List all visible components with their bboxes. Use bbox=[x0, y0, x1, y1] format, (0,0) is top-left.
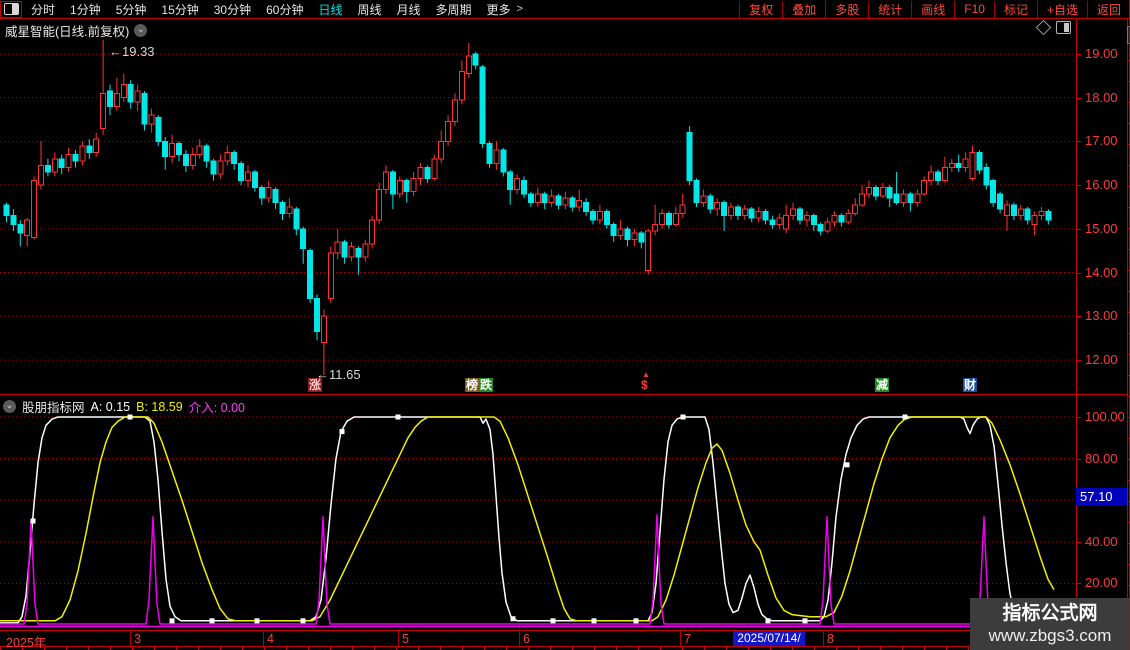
event-label-2: 榜 bbox=[465, 378, 479, 392]
price-tick-label: 19.00 bbox=[1085, 46, 1118, 61]
tool-item-8[interactable]: +自选 bbox=[1037, 1, 1087, 18]
price-tick-label: 18.00 bbox=[1085, 90, 1118, 105]
menu-item-9[interactable]: 月线 bbox=[397, 1, 421, 18]
indicator-tick-label: 80.00 bbox=[1085, 451, 1118, 466]
price-tick-label: 17.00 bbox=[1085, 133, 1118, 148]
pane-split-icon[interactable] bbox=[1056, 21, 1071, 34]
tools-menu: 复权叠加多股统计画线F10标记+自选返回 bbox=[739, 1, 1130, 18]
event-label-1: 涨 bbox=[308, 378, 322, 392]
split-layout-icon bbox=[4, 3, 19, 15]
tool-item-1[interactable]: 复权 bbox=[739, 1, 782, 18]
indicator-axis: 57.10 100.00 80.00 40.00 20.00 bbox=[1076, 395, 1127, 630]
indicator-tick-label: 40.00 bbox=[1085, 534, 1118, 549]
tool-item-5[interactable]: 画线 bbox=[911, 1, 954, 18]
collapse-indicator-icon[interactable]: ⌄ bbox=[3, 400, 16, 413]
watermark-site-name: 指标公式网 bbox=[1002, 602, 1097, 625]
tool-item-6[interactable]: F10 bbox=[954, 1, 994, 18]
high-annotation: ←19.33 bbox=[109, 44, 155, 59]
title-icons bbox=[1038, 21, 1071, 34]
menu-item-6[interactable]: 60分钟 bbox=[266, 1, 303, 18]
price-tick-label: 15.00 bbox=[1085, 221, 1118, 236]
month-separator bbox=[823, 631, 824, 646]
indicator-svg bbox=[0, 395, 1076, 630]
indicator-tick-label: 20.00 bbox=[1085, 575, 1118, 590]
tool-item-4[interactable]: 统计 bbox=[868, 1, 911, 18]
indicator-value-b: B: 18.59 bbox=[136, 400, 183, 414]
chevron-right-icon: > bbox=[517, 3, 523, 15]
indicator-tick-label: 100.00 bbox=[1085, 409, 1125, 424]
menubar: 分时 1分钟 5分钟 15分钟 30分钟 60分钟日线周线月线多周期更多 > 复权叠加多股统… bbox=[0, 0, 1130, 19]
menu-item-7[interactable]: 日线 bbox=[318, 1, 342, 18]
candlestick-svg bbox=[0, 18, 1076, 395]
low-annotation: ←11.65 bbox=[316, 367, 361, 382]
month-separator bbox=[680, 631, 681, 646]
indicator-value-a: A: 0.15 bbox=[91, 400, 131, 414]
watermark-url: www.zbgs3.com bbox=[989, 625, 1112, 646]
chart-title-row: 威星智能(日线.前复权) ⌄ bbox=[5, 21, 147, 40]
panel-separator bbox=[0, 394, 1128, 395]
menu-item-4[interactable]: 15分钟 bbox=[161, 1, 198, 18]
collapse-chart-icon[interactable]: ⌄ bbox=[134, 24, 147, 37]
price-tick-label: 16.00 bbox=[1085, 177, 1118, 192]
chart-title: 威星智能(日线.前复权) bbox=[5, 21, 129, 40]
time-axis-month-label: 6 bbox=[523, 632, 530, 646]
tool-item-2[interactable]: 叠加 bbox=[782, 1, 825, 18]
menu-item-2[interactable]: 1分钟 bbox=[70, 1, 101, 18]
time-axis-month-label: 7 bbox=[684, 632, 691, 646]
watermark: 指标公式网 www.zbgs3.com bbox=[970, 598, 1130, 650]
price-tick-label: 14.00 bbox=[1085, 265, 1118, 280]
diamond-icon[interactable] bbox=[1036, 20, 1052, 36]
time-axis-month-label: 8 bbox=[827, 632, 834, 646]
month-separator bbox=[130, 631, 131, 646]
event-label-3: 跌 bbox=[479, 378, 493, 392]
menu-item-3[interactable]: 5分钟 bbox=[116, 1, 147, 18]
time-axis[interactable]: 2025年 2025/07/14/— 345678 bbox=[0, 631, 1128, 646]
price-axis: 19.00 18.00 17.00 16.00 15.00 14.00 13.00 12.00 bbox=[1076, 18, 1127, 395]
tool-item-3[interactable]: 多股 bbox=[825, 1, 868, 18]
price-tick-label: 12.00 bbox=[1085, 352, 1118, 367]
indicator-name: 股朋指标网 bbox=[22, 397, 85, 416]
time-axis-month-label: 4 bbox=[267, 632, 274, 646]
indicator-chart[interactable]: ⌄ 股朋指标网 A: 0.15 B: 18.59 介入: 0.00 bbox=[0, 395, 1076, 630]
axis-left-border bbox=[1076, 18, 1077, 646]
event-label-4: $ bbox=[640, 378, 649, 392]
indicator-current-value: 57.10 bbox=[1076, 488, 1127, 506]
layout-icon-box[interactable] bbox=[0, 1, 22, 18]
current-date-box: 2025/07/14/— bbox=[733, 631, 805, 646]
time-axis-month-label: 5 bbox=[402, 632, 409, 646]
indicator-value-jieru: 介入: 0.00 bbox=[189, 397, 245, 416]
period-menu: 分时 1分钟 5分钟 15分钟 30分钟 60分钟日线周线月线多周期更多 > bbox=[22, 1, 739, 18]
month-separator bbox=[519, 631, 520, 646]
price-tick-label: 13.00 bbox=[1085, 308, 1118, 323]
indicator-header: ⌄ 股朋指标网 A: 0.15 B: 18.59 介入: 0.00 bbox=[3, 397, 245, 416]
tool-item-7[interactable]: 标记 bbox=[994, 1, 1037, 18]
menu-item-8[interactable]: 周线 bbox=[357, 1, 381, 18]
event-label-6: 财 bbox=[963, 378, 977, 392]
menu-item-11[interactable]: 更多 bbox=[487, 1, 511, 18]
month-separator bbox=[263, 631, 264, 646]
time-axis-month-label: 3 bbox=[134, 632, 141, 646]
candlestick-chart[interactable]: 威星智能(日线.前复权) ⌄ ←19.33 ←11.65 涨榜跌▲$减财 bbox=[0, 18, 1076, 395]
tool-item-9[interactable]: 返回 bbox=[1087, 1, 1130, 18]
menu-item-10[interactable]: 多周期 bbox=[436, 1, 472, 18]
app-window: 分时 1分钟 5分钟 15分钟 30分钟 60分钟日线周线月线多周期更多 > 复权叠加多股统… bbox=[0, 0, 1130, 650]
menu-item-1[interactable]: 分时 bbox=[31, 1, 55, 18]
month-separator bbox=[398, 631, 399, 646]
menu-item-5[interactable]: 30分钟 bbox=[214, 1, 251, 18]
event-label-5: 减 bbox=[875, 378, 889, 392]
